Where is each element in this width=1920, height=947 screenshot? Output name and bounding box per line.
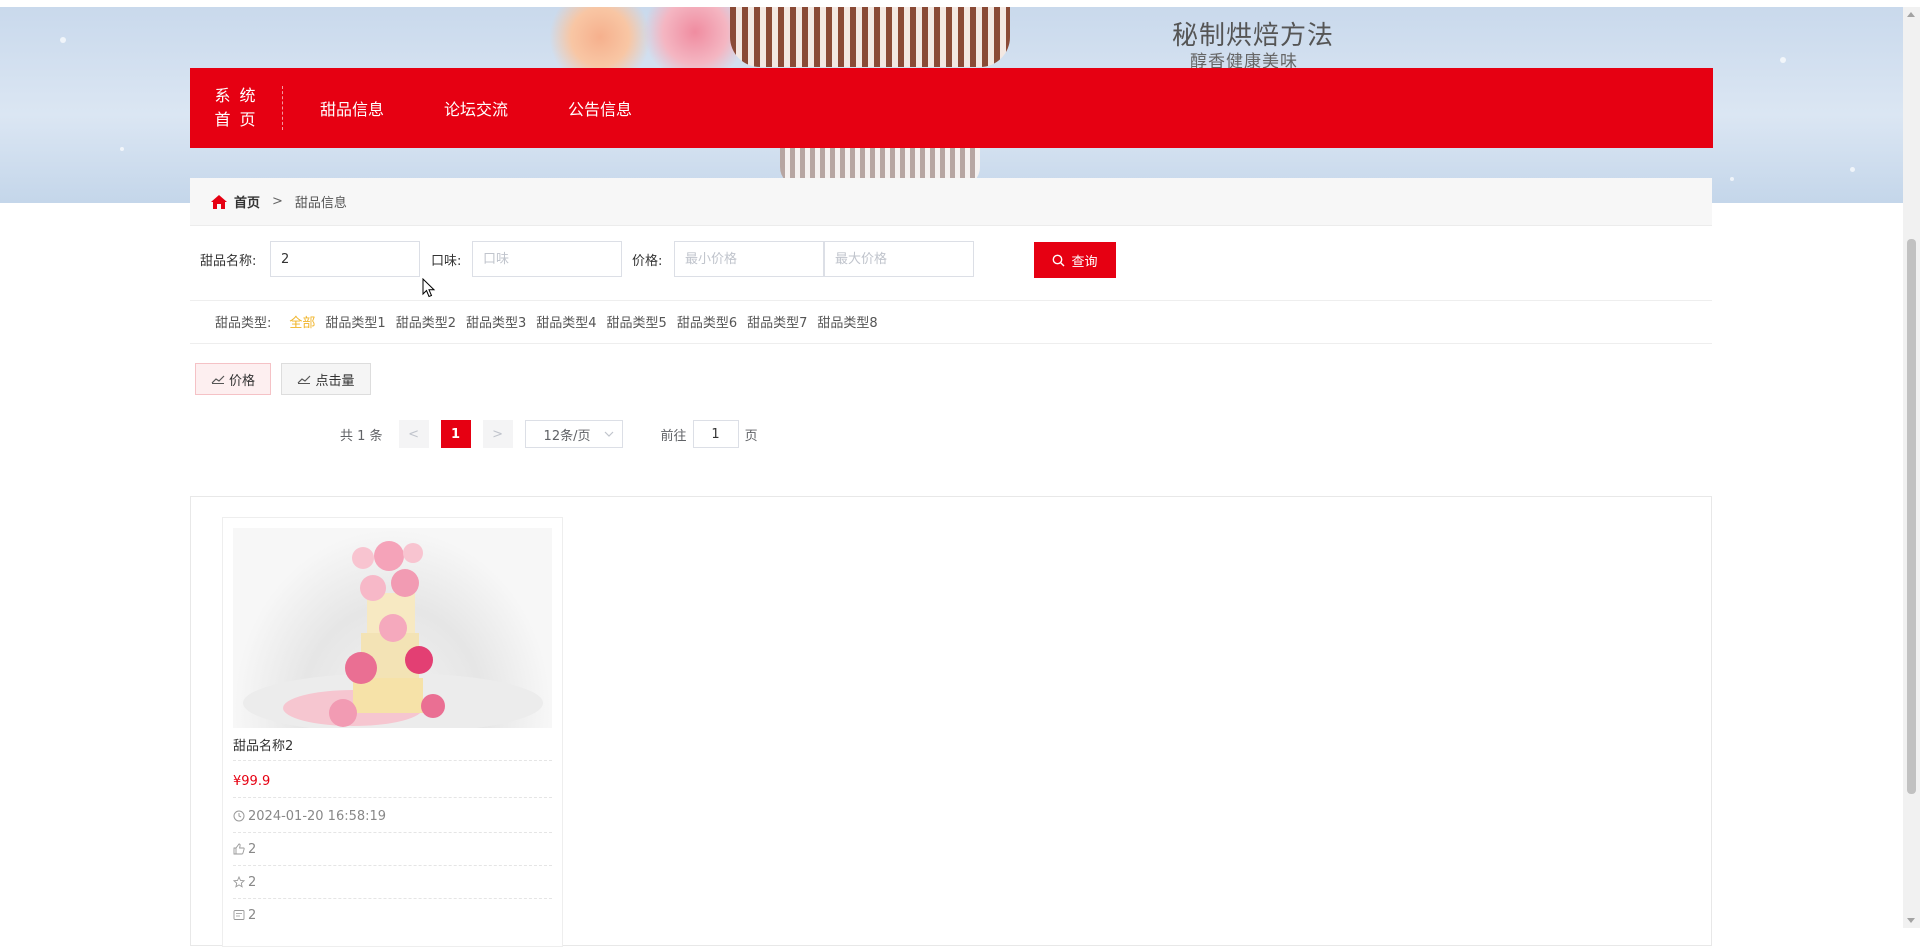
product-likes: 2: [248, 841, 257, 857]
nav-divider: [282, 86, 283, 130]
product-comments: 2: [248, 907, 257, 923]
taste-input[interactable]: [472, 241, 622, 277]
search-button[interactable]: 查询: [1034, 242, 1116, 278]
type-item-4[interactable]: 甜品类型4: [536, 312, 596, 331]
mouse-cursor-icon: [422, 278, 436, 298]
breadcrumb: 首页 > 甜品信息: [190, 178, 1712, 226]
jump-suffix: 页: [744, 428, 758, 444]
pagination: 共 1 条 < 1 > 12条/页 前往 页: [340, 420, 758, 448]
scroll-thumb[interactable]: [1907, 239, 1916, 794]
page-number-1[interactable]: 1: [440, 420, 471, 448]
snowflake-decoration: [60, 37, 66, 43]
product-price: ¥99.9: [233, 765, 552, 798]
price-label: 价格:: [632, 254, 663, 269]
product-favorites: 2: [248, 874, 257, 890]
name-label: 甜品名称:: [200, 254, 257, 269]
type-item-8[interactable]: 甜品类型8: [817, 312, 877, 331]
nav-item-forum[interactable]: 论坛交流: [444, 96, 508, 120]
sort-price-button[interactable]: 价格: [195, 363, 271, 395]
sort-clicks-button[interactable]: 点击量: [281, 363, 371, 395]
type-item-7[interactable]: 甜品类型7: [747, 312, 807, 331]
nav-item-announcements[interactable]: 公告信息: [568, 96, 632, 120]
thumbs-up-icon: [233, 843, 245, 855]
breadcrumb-home[interactable]: 首页: [234, 192, 260, 211]
product-image[interactable]: [233, 528, 552, 728]
scroll-down-arrow-icon[interactable]: [1907, 918, 1915, 923]
min-price-input[interactable]: [674, 241, 824, 277]
nav-brand-line1: 系 统: [214, 86, 258, 105]
divider: [190, 343, 1712, 344]
product-name[interactable]: 甜品名称2: [233, 728, 552, 761]
trend-icon: [298, 375, 311, 384]
cupcake-image: [730, 7, 1010, 67]
page-jump-input[interactable]: [692, 420, 739, 448]
type-item-5[interactable]: 甜品类型5: [607, 312, 667, 331]
product-likes-row: 2: [233, 833, 552, 866]
cupcake-tower-image: [243, 541, 543, 728]
breadcrumb-separator: >: [272, 194, 283, 209]
type-item-all[interactable]: 全部: [289, 312, 315, 331]
star-icon: [233, 876, 245, 888]
page-size-value: 12条/页: [543, 428, 591, 444]
scroll-up-arrow-icon[interactable]: [1907, 12, 1915, 17]
product-comments-row: 2: [233, 899, 552, 931]
product-time: 2024-01-20 16:58:19: [248, 808, 387, 824]
divider: [190, 300, 1712, 301]
snowflake-decoration: [1730, 177, 1734, 181]
comment-icon: [233, 910, 245, 920]
type-filter-label: 甜品类型:: [215, 316, 272, 331]
clock-icon: [233, 810, 245, 822]
max-price-input[interactable]: [824, 241, 974, 277]
type-item-6[interactable]: 甜品类型6: [677, 312, 737, 331]
snowflake-decoration: [120, 147, 124, 151]
type-item-2[interactable]: 甜品类型2: [396, 312, 456, 331]
product-time-row: 2024-01-20 16:58:19: [233, 800, 552, 833]
name-input[interactable]: [270, 241, 420, 277]
type-filter: 甜品类型: 全部 甜品类型1 甜品类型2 甜品类型3 甜品类型4 甜品类型5 甜…: [215, 312, 878, 331]
next-page-button[interactable]: >: [482, 420, 513, 448]
snowflake-decoration: [1850, 167, 1855, 172]
type-item-1[interactable]: 甜品类型1: [325, 312, 385, 331]
search-icon: [1053, 254, 1065, 266]
page-scrollbar[interactable]: [1903, 7, 1920, 928]
main-nav: 系 统 首 页 甜品信息 论坛交流 公告信息: [190, 68, 1713, 148]
pagination-total: 共 1 条: [340, 428, 383, 444]
search-button-label: 查询: [1071, 254, 1098, 270]
type-item-3[interactable]: 甜品类型3: [466, 312, 526, 331]
taste-label: 口味:: [431, 254, 462, 269]
product-card[interactable]: 甜品名称2 ¥99.9 2024-01-20 16:58:19 2 2 2: [222, 517, 563, 947]
sort-clicks-label: 点击量: [315, 373, 355, 389]
sort-price-label: 价格: [228, 373, 255, 389]
nav-home-link[interactable]: 系 统 首 页: [210, 84, 262, 132]
snowflake-decoration: [1780, 57, 1786, 63]
page-size-select[interactable]: 12条/页: [524, 420, 623, 448]
jump-prefix: 前往: [660, 428, 687, 444]
trend-icon: [211, 375, 225, 384]
chevron-down-icon: [604, 431, 613, 437]
prev-page-button[interactable]: <: [398, 420, 429, 448]
nav-brand-line2: 首 页: [214, 110, 258, 129]
product-favorites-row: 2: [233, 866, 552, 899]
home-icon: [211, 194, 227, 209]
breadcrumb-current: 甜品信息: [294, 196, 347, 211]
nav-item-desserts[interactable]: 甜品信息: [320, 96, 384, 120]
